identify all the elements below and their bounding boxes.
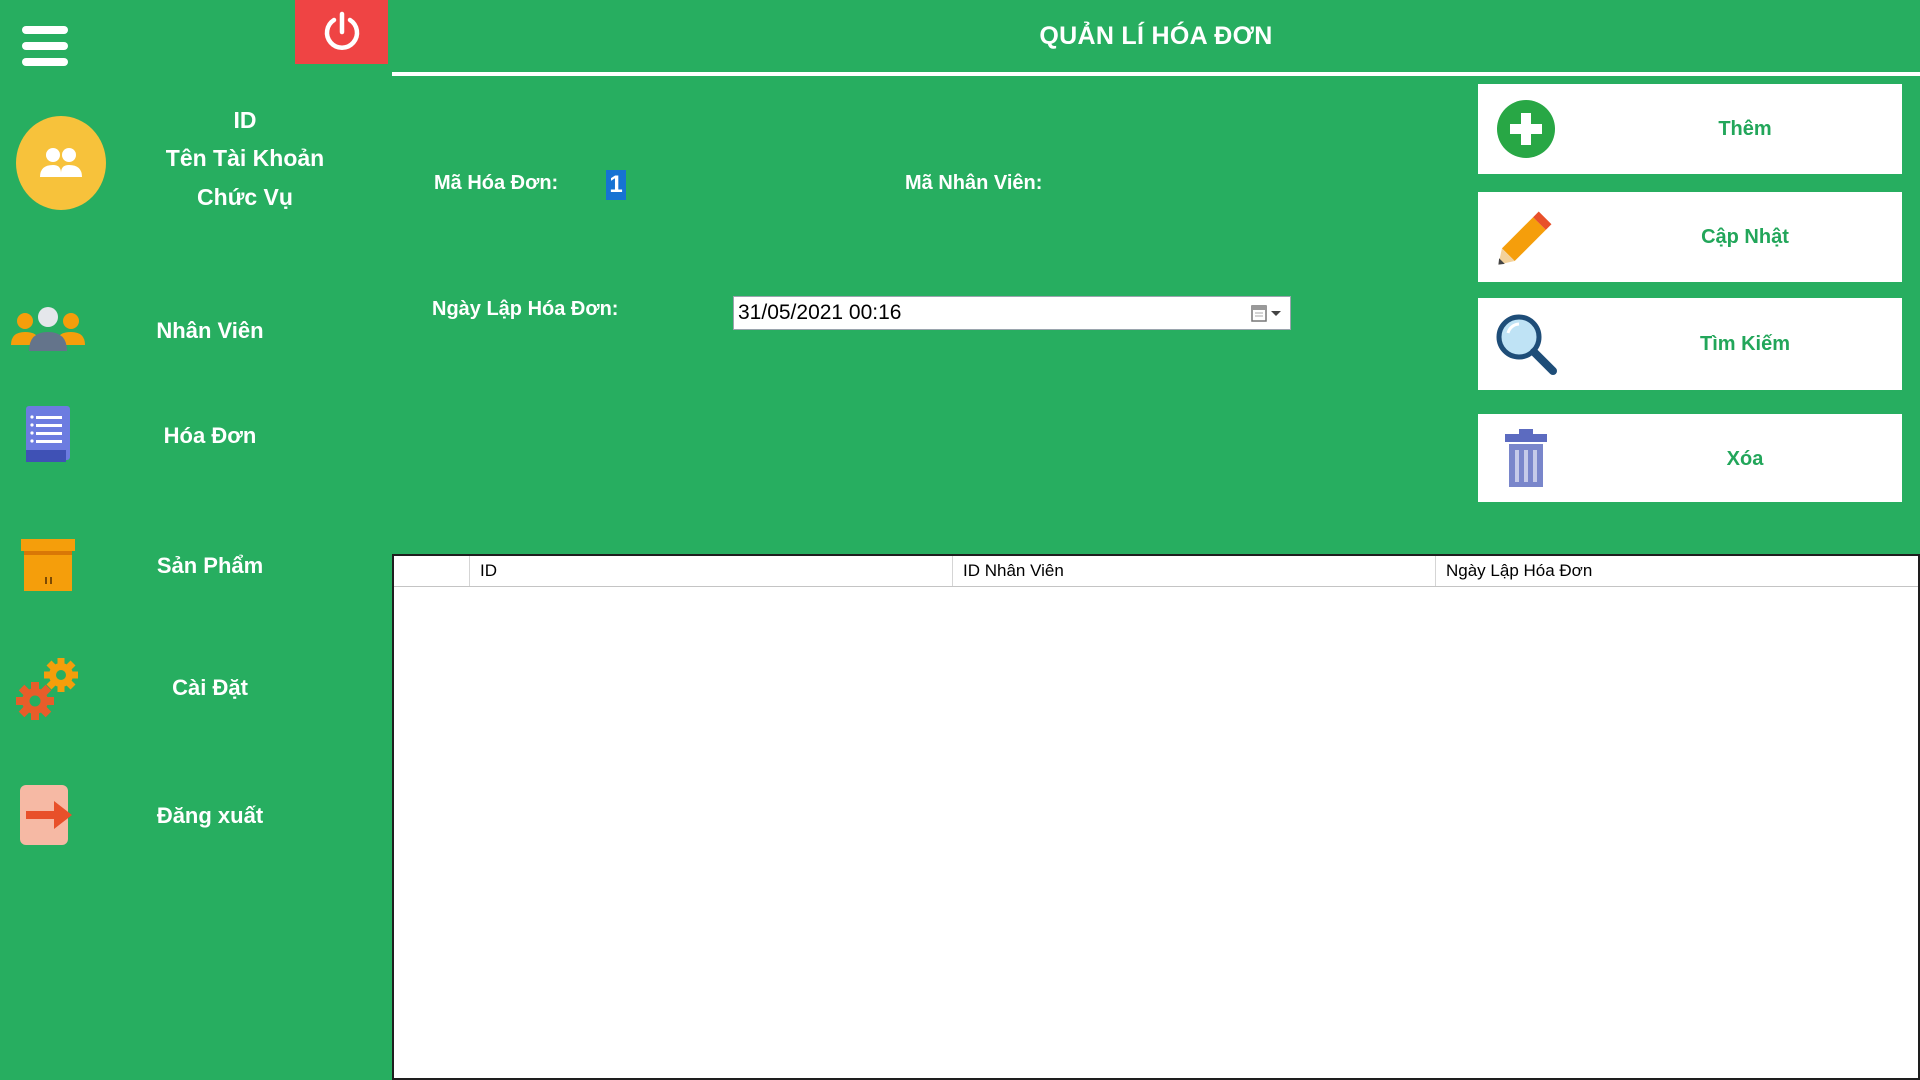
logout-icon: [8, 780, 88, 850]
row-header-cell: [394, 556, 469, 586]
user-account-name: Tên Tài Khoản: [165, 145, 325, 171]
sidebar-item-label: Cài Đặt: [172, 675, 248, 700]
invoice-table[interactable]: ID ID Nhân Viên Ngày Lập Hóa Đơn: [392, 554, 1920, 1080]
date-picker[interactable]: 31/05/2021 00:16: [733, 296, 1291, 330]
box-icon: [8, 530, 88, 600]
user-id: ID: [233, 107, 257, 133]
avatar: [16, 116, 106, 210]
sidebar-item-nhan-vien[interactable]: Nhân Viên: [0, 285, 392, 375]
table-header: ID ID Nhân Viên Ngày Lập Hóa Đơn: [394, 556, 1918, 587]
users-icon: [8, 295, 88, 365]
sidebar-item-label: Đăng xuất: [156, 803, 264, 828]
plus-icon: [1492, 95, 1560, 163]
column-header-ngay-lap[interactable]: Ngày Lập Hóa Đơn: [1435, 556, 1918, 586]
sidebar-item-label: Sản Phẩm: [156, 553, 264, 578]
date-value: 31/05/2021 00:16: [738, 301, 902, 324]
search-icon: [1492, 310, 1560, 378]
pencil-icon: [1492, 203, 1560, 271]
header-divider: [392, 72, 1920, 76]
ma-nhan-vien-label: Mã Nhân Viên:: [905, 172, 1043, 194]
column-header-id-nhan-vien[interactable]: ID Nhân Viên: [952, 556, 1435, 586]
user-role: Chức Vụ: [197, 184, 293, 210]
power-icon: [324, 11, 359, 50]
calendar-dropdown-icon[interactable]: [1250, 303, 1284, 325]
them-label: Thêm: [1718, 118, 1772, 140]
menu-icon[interactable]: [18, 18, 74, 74]
cap-nhat-label: Cập Nhật: [1701, 226, 1789, 248]
gears-icon: [8, 653, 88, 723]
sidebar-item-label: Nhân Viên: [156, 318, 264, 343]
sidebar-item-cai-dat[interactable]: Cài Đặt: [0, 643, 392, 733]
ma-hoa-don-label: Mã Hóa Đơn:: [434, 172, 559, 194]
tim-kiem-button[interactable]: Tìm Kiếm: [1478, 298, 1902, 390]
column-header-id[interactable]: ID: [469, 556, 952, 586]
sidebar: ID Tên Tài Khoản Chức Vụ Nhân Viên Hóa Đ…: [0, 0, 392, 1080]
user-group-icon: [40, 148, 82, 177]
page-title: QUẢN LÍ HÓA ĐƠN: [1039, 21, 1273, 50]
power-button[interactable]: [295, 0, 388, 64]
ngay-lap-label: Ngày Lập Hóa Đơn:: [432, 298, 619, 320]
sidebar-item-dang-xuat[interactable]: Đăng xuất: [0, 770, 392, 860]
sidebar-item-san-pham[interactable]: Sản Phẩm: [0, 520, 392, 610]
tim-kiem-label: Tìm Kiếm: [1699, 333, 1791, 355]
trash-icon: [1492, 424, 1560, 492]
xoa-button[interactable]: Xóa: [1478, 414, 1902, 502]
xoa-label: Xóa: [1726, 448, 1764, 470]
them-button[interactable]: Thêm: [1478, 84, 1902, 174]
invoice-icon: [8, 400, 88, 470]
sidebar-item-hoa-don[interactable]: Hóa Đơn: [0, 390, 392, 480]
ma-hoa-don-value[interactable]: 1: [606, 170, 626, 200]
cap-nhat-button[interactable]: Cập Nhật: [1478, 192, 1902, 282]
sidebar-item-label: Hóa Đơn: [163, 423, 257, 448]
